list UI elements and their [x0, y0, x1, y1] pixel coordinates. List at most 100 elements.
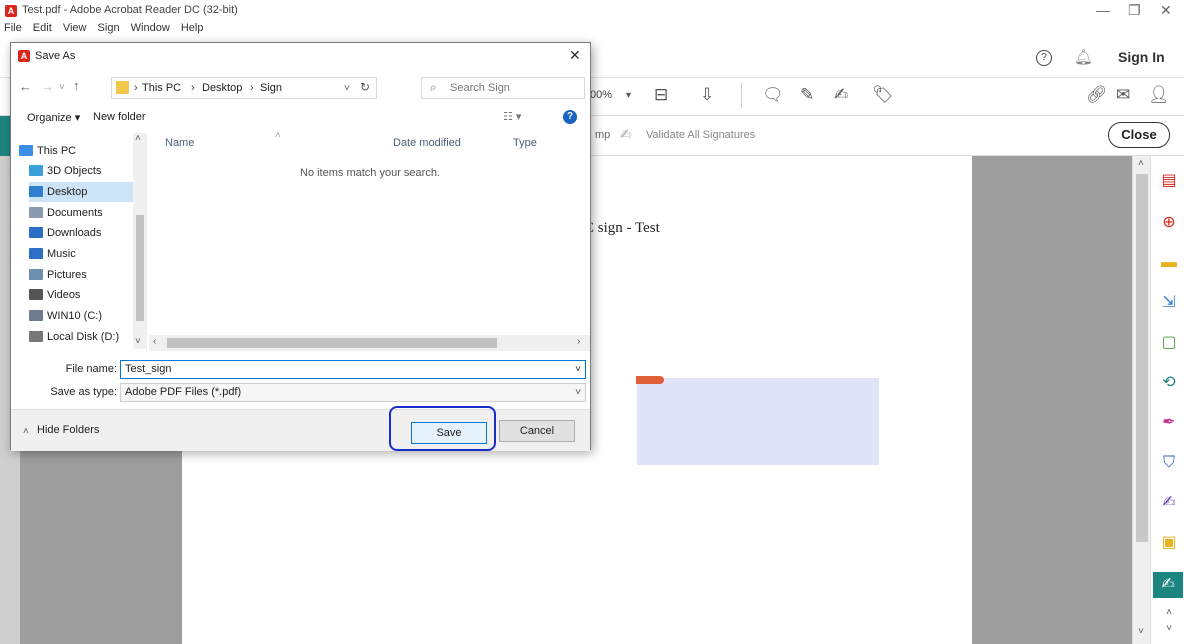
nav-item-label: Pictures: [47, 269, 87, 281]
nav-item-win10-c[interactable]: WIN10 (C:): [29, 306, 145, 326]
share-tag-icon[interactable]: 🏷︎: [872, 85, 894, 105]
back-icon[interactable]: ←: [19, 79, 32, 94]
column-name[interactable]: Name: [165, 137, 194, 149]
help-icon[interactable]: ?: [563, 110, 577, 124]
hscroll-right-icon[interactable]: ›: [577, 336, 580, 347]
validate-all-signatures-button[interactable]: Validate All Signatures: [646, 129, 755, 141]
column-date-modified[interactable]: Date modified: [393, 137, 461, 149]
search-placeholder[interactable]: Search Sign: [450, 82, 510, 94]
sign-in-button[interactable]: Sign In: [1118, 49, 1165, 65]
comment-tool-icon[interactable]: ▬: [1160, 254, 1178, 272]
nav-scroll-up-icon[interactable]: ˄: [135, 133, 141, 144]
comment-icon[interactable]: 🗨︎: [762, 85, 784, 105]
dialog-close-icon[interactable]: ✕: [569, 47, 581, 64]
save-type-dropdown-icon[interactable]: ˅: [575, 387, 581, 398]
nav-item-desktop[interactable]: Desktop: [29, 182, 133, 202]
view-options-icon[interactable]: ☷ ▾: [503, 110, 521, 123]
fit-page-icon[interactable]: ⊟: [654, 85, 668, 105]
breadcrumb-sep-icon: ›: [134, 82, 138, 94]
certificate-icon[interactable]: ✍: [1160, 494, 1178, 512]
address-dropdown-icon[interactable]: ˅: [344, 83, 350, 94]
nav-item-pictures[interactable]: Pictures: [29, 265, 145, 285]
cancel-button[interactable]: Cancel: [499, 420, 575, 442]
nav-item-this-pc[interactable]: This PC: [19, 141, 135, 161]
nav-item-3d-objects[interactable]: 3D Objects: [29, 161, 145, 181]
add-user-icon[interactable]: 👤︎: [1148, 85, 1170, 105]
recent-icon[interactable]: ˅: [59, 82, 65, 93]
up-icon[interactable]: ↑: [73, 78, 80, 93]
signature-flag-icon: [636, 376, 664, 384]
zoom-dropdown-icon[interactable]: ▾: [626, 90, 631, 101]
maximize-icon[interactable]: ❐: [1128, 2, 1141, 19]
organize-menu[interactable]: Organize ▾: [27, 111, 80, 124]
hscroll-thumb[interactable]: [167, 338, 497, 348]
menu-edit[interactable]: Edit: [33, 22, 52, 34]
panel-down-icon[interactable]: ˅: [1160, 620, 1178, 638]
breadcrumb-sign[interactable]: Sign: [260, 82, 282, 94]
nav-scroll-down-icon[interactable]: ˅: [135, 336, 141, 347]
minimize-icon[interactable]: —: [1096, 2, 1110, 18]
certificates-tool-icon[interactable]: ✍︎: [1153, 572, 1183, 598]
forward-icon[interactable]: →: [41, 79, 54, 94]
hide-folders-button[interactable]: Hide Folders: [37, 424, 99, 436]
signature-field[interactable]: [637, 378, 879, 465]
navigation-pane: This PC 3D Objects Desktop Documents Dow…: [13, 133, 147, 351]
breadcrumb-desktop[interactable]: Desktop: [202, 82, 242, 94]
window-title: Test.pdf - Adobe Acrobat Reader DC (32-b…: [22, 4, 238, 16]
menu-bar: File Edit View Sign Window Help: [0, 22, 1184, 38]
menu-sign[interactable]: Sign: [98, 22, 120, 34]
send-review-icon[interactable]: ⟲: [1160, 374, 1178, 392]
search-box[interactable]: ⌕ Search Sign: [421, 77, 585, 99]
highlight-pen-icon[interactable]: ✎: [800, 85, 814, 105]
new-folder-button[interactable]: New folder: [93, 111, 146, 123]
edit-pdf-icon[interactable]: ▢: [1160, 334, 1178, 352]
dialog-titlebar: A Save As ✕: [11, 43, 590, 69]
document-scrollbar[interactable]: ˄ ˅: [1132, 156, 1150, 644]
export-pdf-icon[interactable]: ⇲: [1160, 294, 1178, 312]
stamp-label[interactable]: mp: [595, 129, 610, 141]
close-tool-button[interactable]: Close: [1108, 122, 1170, 148]
protect-icon[interactable]: ⛉: [1160, 454, 1178, 472]
menu-help[interactable]: Help: [181, 22, 204, 34]
scroll-thumb[interactable]: [1136, 174, 1148, 542]
hide-folders-icon[interactable]: ˄: [23, 426, 29, 437]
mail-icon[interactable]: ✉: [1116, 85, 1130, 105]
sort-up-icon: ˄: [275, 130, 281, 141]
nav-item-documents[interactable]: Documents: [29, 203, 145, 223]
zoom-value[interactable]: 00%: [590, 89, 612, 101]
fill-sign-icon[interactable]: ✍︎: [834, 85, 848, 105]
column-type[interactable]: Type: [513, 137, 537, 149]
nav-item-music[interactable]: Music: [29, 244, 145, 264]
file-name-input[interactable]: Test_sign ˅: [120, 360, 586, 379]
save-as-dialog: A Save As ✕ ← → ˅ ↑ › This PC › Desktop …: [10, 42, 591, 451]
nav-item-local-disk-d[interactable]: Local Disk (D:): [29, 327, 145, 347]
command-bar: Organize ▾ New folder ☷ ▾ ?: [11, 105, 590, 129]
menu-file[interactable]: File: [4, 22, 22, 34]
breadcrumb-this-pc[interactable]: This PC: [142, 82, 181, 94]
fill-sign-tool-icon[interactable]: ✒: [1160, 414, 1178, 432]
scroll-mode-icon[interactable]: ⇩: [700, 85, 714, 105]
nav-item-downloads[interactable]: Downloads: [29, 223, 145, 243]
video-icon: [29, 289, 43, 300]
stamp-tool-icon[interactable]: ▣: [1160, 534, 1178, 552]
close-window-icon[interactable]: ✕: [1160, 2, 1172, 19]
save-type-select[interactable]: Adobe PDF Files (*.pdf) ˅: [120, 383, 586, 402]
file-list-hscrollbar[interactable]: ‹ ›: [149, 335, 590, 351]
menu-window[interactable]: Window: [131, 22, 170, 34]
scroll-up-icon[interactable]: ˄: [1138, 158, 1144, 169]
link-icon[interactable]: 🔗︎: [1086, 85, 1108, 105]
create-pdf-icon[interactable]: ⊕: [1160, 214, 1178, 232]
organize-pages-icon[interactable]: ▤: [1160, 172, 1178, 190]
file-name-value: Test_sign: [125, 363, 172, 375]
help-icon[interactable]: ?: [1036, 50, 1052, 66]
scroll-down-icon[interactable]: ˅: [1138, 626, 1144, 637]
nav-item-videos[interactable]: Videos: [29, 285, 145, 305]
refresh-icon[interactable]: ↻: [360, 80, 370, 94]
hscroll-left-icon[interactable]: ‹: [153, 336, 156, 347]
bell-icon[interactable]: 🔔︎: [1074, 48, 1093, 66]
breadcrumb[interactable]: › This PC › Desktop › Sign ˅ ↻: [111, 77, 377, 99]
nav-scroll-thumb[interactable]: [136, 215, 144, 321]
file-name-dropdown-icon[interactable]: ˅: [575, 364, 581, 375]
nav-scrollbar[interactable]: ˄ ˅: [133, 133, 147, 349]
menu-view[interactable]: View: [63, 22, 87, 34]
